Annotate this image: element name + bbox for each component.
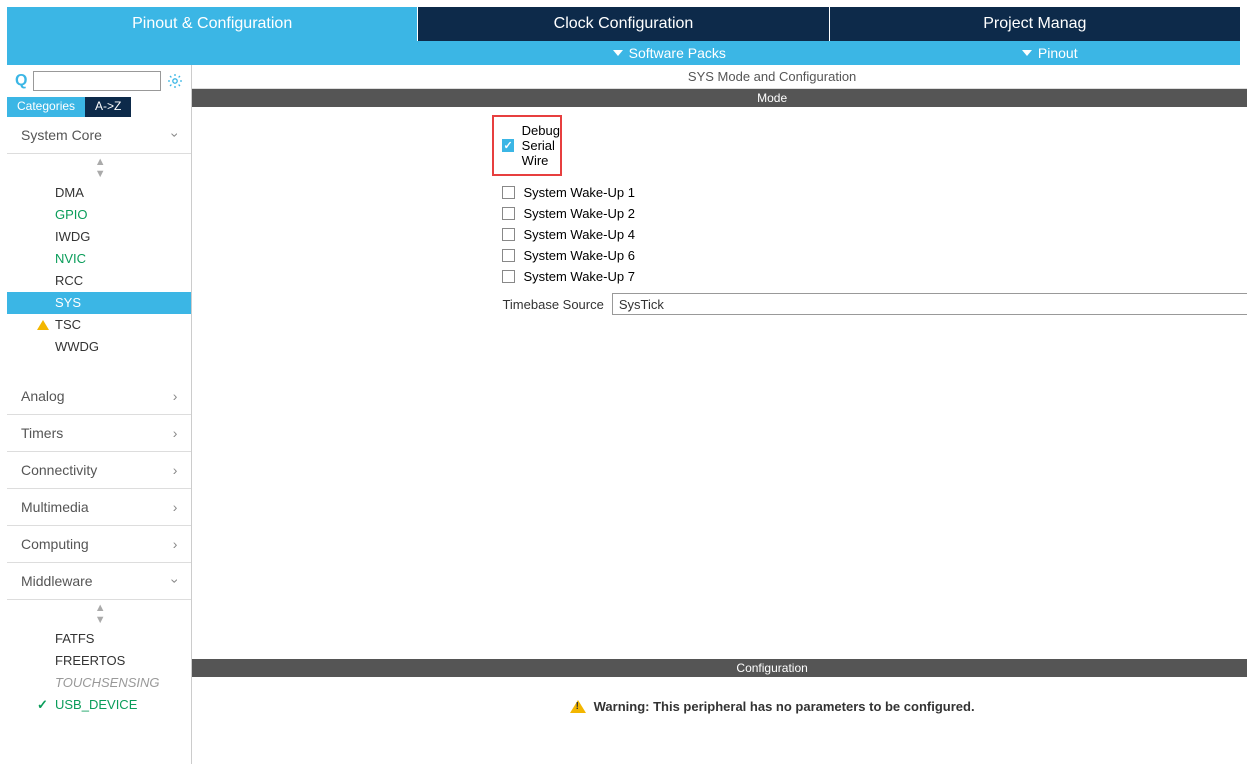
category-label: Timers bbox=[21, 425, 63, 441]
timebase-value: SysTick bbox=[619, 297, 664, 312]
category-list: System Core › ▲▼ DMA GPIO IWDG NVIC RCC … bbox=[7, 117, 191, 764]
tree-item-label: TSC bbox=[55, 316, 81, 334]
pinout-label: Pinout bbox=[1038, 45, 1078, 61]
checkbox-icon[interactable] bbox=[502, 186, 515, 199]
checkbox-icon[interactable] bbox=[502, 249, 515, 262]
category-computing[interactable]: Computing › bbox=[7, 526, 191, 563]
tab-project-manager[interactable]: Project Manag bbox=[830, 7, 1240, 41]
warning-text: Warning: This peripheral has no paramete… bbox=[594, 699, 975, 714]
sort-tab-categories[interactable]: Categories bbox=[7, 97, 85, 117]
sort-tabs: Categories A->Z bbox=[7, 97, 191, 117]
software-packs-menu[interactable]: Software Packs bbox=[479, 41, 860, 65]
tree-item-sys[interactable]: SYS bbox=[7, 292, 191, 314]
category-label: System Core bbox=[21, 127, 102, 143]
sub-toolbar: Software Packs Pinout bbox=[7, 41, 1240, 65]
option-label: System Wake-Up 1 bbox=[523, 185, 635, 200]
sidebar: Q Categories A->Z System Core › ▲▼ DMA G… bbox=[7, 65, 192, 764]
category-label: Multimedia bbox=[21, 499, 89, 515]
sort-tab-az[interactable]: A->Z bbox=[85, 97, 131, 117]
option-wakeup-6[interactable]: System Wake-Up 6 bbox=[192, 245, 1247, 266]
tree-item-freertos[interactable]: FREERTOS bbox=[7, 650, 191, 672]
chevron-down-icon: › bbox=[167, 579, 183, 584]
category-timers[interactable]: Timers › bbox=[7, 415, 191, 452]
search-icon[interactable]: Q bbox=[15, 72, 27, 90]
checkbox-checked-icon[interactable] bbox=[502, 139, 513, 152]
tree-item-nvic[interactable]: NVIC bbox=[7, 248, 191, 270]
option-label: System Wake-Up 6 bbox=[523, 248, 635, 263]
tree-item-iwdg[interactable]: IWDG bbox=[7, 226, 191, 248]
chevron-right-icon: › bbox=[173, 388, 178, 404]
check-icon: ✓ bbox=[37, 696, 48, 714]
drag-handle-icon[interactable]: ▲▼ bbox=[7, 154, 191, 182]
category-label: Computing bbox=[21, 536, 89, 552]
category-label: Middleware bbox=[21, 573, 93, 589]
chevron-right-icon: › bbox=[173, 462, 178, 478]
chevron-down-icon bbox=[613, 50, 623, 56]
mode-panel: Debug Serial Wire System Wake-Up 1 Syste… bbox=[192, 107, 1247, 329]
checkbox-icon[interactable] bbox=[502, 270, 515, 283]
checkbox-icon[interactable] bbox=[502, 228, 515, 241]
warning-icon bbox=[37, 320, 49, 330]
category-connectivity[interactable]: Connectivity › bbox=[7, 452, 191, 489]
tree-item-touchsensing[interactable]: TOUCHSENSING bbox=[7, 672, 191, 694]
option-wakeup-7[interactable]: System Wake-Up 7 bbox=[192, 266, 1247, 287]
chevron-down-icon: › bbox=[167, 133, 183, 138]
tree-item-rcc[interactable]: RCC bbox=[7, 270, 191, 292]
timebase-source-row: Timebase Source SysTick bbox=[192, 287, 1247, 321]
category-analog[interactable]: Analog › bbox=[7, 378, 191, 415]
gear-icon[interactable] bbox=[167, 73, 183, 89]
config-panel: Warning: This peripheral has no paramete… bbox=[192, 677, 1247, 764]
category-multimedia[interactable]: Multimedia › bbox=[7, 489, 191, 526]
category-label: Analog bbox=[21, 388, 65, 404]
tree-item-fatfs[interactable]: FATFS bbox=[7, 628, 191, 650]
category-system-core[interactable]: System Core › bbox=[7, 117, 191, 154]
tree-item-usb-device[interactable]: ✓ USB_DEVICE bbox=[7, 694, 191, 716]
tab-clock-config[interactable]: Clock Configuration bbox=[418, 7, 829, 41]
content-title: SYS Mode and Configuration bbox=[192, 65, 1247, 89]
option-debug-serial-wire[interactable]: Debug Serial Wire bbox=[492, 115, 561, 176]
option-label: System Wake-Up 7 bbox=[523, 269, 635, 284]
option-wakeup-2[interactable]: System Wake-Up 2 bbox=[192, 203, 1247, 224]
main-tabs: Pinout & Configuration Clock Configurati… bbox=[7, 7, 1240, 41]
checkbox-icon[interactable] bbox=[502, 207, 515, 220]
drag-handle-icon[interactable]: ▲▼ bbox=[7, 600, 191, 628]
config-warning: Warning: This peripheral has no paramete… bbox=[192, 689, 1247, 724]
chevron-down-icon bbox=[1022, 50, 1032, 56]
pinout-menu[interactable]: Pinout bbox=[860, 41, 1241, 65]
timebase-select[interactable]: SysTick bbox=[612, 293, 1247, 315]
mode-section-header: Mode bbox=[192, 89, 1247, 107]
tree-item-dma[interactable]: DMA bbox=[7, 182, 191, 204]
option-label: System Wake-Up 2 bbox=[523, 206, 635, 221]
tree-item-wwdg[interactable]: WWDG bbox=[7, 336, 191, 358]
tree-item-tsc[interactable]: TSC bbox=[7, 314, 191, 336]
content-panel: SYS Mode and Configuration Mode Debug Se… bbox=[192, 65, 1247, 764]
tree-item-gpio[interactable]: GPIO bbox=[7, 204, 191, 226]
chevron-right-icon: › bbox=[173, 499, 178, 515]
search-input[interactable] bbox=[33, 71, 161, 91]
option-wakeup-4[interactable]: System Wake-Up 4 bbox=[192, 224, 1247, 245]
tree-item-label: USB_DEVICE bbox=[55, 696, 137, 714]
config-section-header: Configuration bbox=[192, 659, 1247, 677]
category-label: Connectivity bbox=[21, 462, 97, 478]
search-row: Q bbox=[7, 65, 191, 97]
category-middleware[interactable]: Middleware › bbox=[7, 563, 191, 600]
chevron-right-icon: › bbox=[173, 425, 178, 441]
software-packs-label: Software Packs bbox=[629, 45, 726, 61]
chevron-right-icon: › bbox=[173, 536, 178, 552]
timebase-label: Timebase Source bbox=[502, 297, 603, 312]
warning-icon bbox=[570, 700, 586, 713]
option-label: Debug Serial Wire bbox=[522, 123, 562, 168]
option-label: System Wake-Up 4 bbox=[523, 227, 635, 242]
option-wakeup-1[interactable]: System Wake-Up 1 bbox=[192, 182, 1247, 203]
tab-pinout-config[interactable]: Pinout & Configuration bbox=[7, 7, 418, 41]
